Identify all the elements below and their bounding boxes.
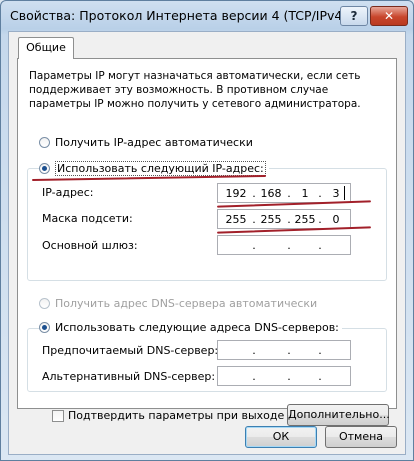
ip-address-input[interactable]: 192 . 168 . 1 . 3	[217, 183, 351, 203]
alternate-dns-label: Альтернативный DNS-сервер:	[42, 370, 216, 383]
tab-general[interactable]: Общие	[18, 37, 74, 59]
gateway-label: Основной шлюз:	[42, 239, 138, 252]
ip-octet-2: 168	[260, 187, 282, 200]
subnet-mask-input[interactable]: 255 . 255 . 255 . 0	[217, 209, 351, 229]
ip-auto-option[interactable]: Получить IP-адрес автоматически	[39, 136, 256, 149]
ip-auto-label: Получить IP-адрес автоматически	[55, 136, 253, 149]
ok-button[interactable]: ОК	[245, 426, 317, 448]
subnet-mask-label: Маска подсети:	[42, 212, 133, 225]
pdns-dot: .	[318, 344, 322, 357]
dialog-window: Свойства: Протокол Интернета версии 4 (T…	[0, 0, 414, 461]
dns-manual-option[interactable]: Использовать следующие адреса DNS-сервер…	[39, 321, 342, 334]
preferred-dns-label: Предпочитаемый DNS-сервер:	[42, 344, 219, 357]
dialog-client: Общие Параметры IP могут назначаться авт…	[8, 31, 406, 455]
pdns-dot: .	[287, 344, 291, 357]
description-text: Параметры IP могут назначаться автоматич…	[29, 70, 361, 110]
cancel-button[interactable]: Отмена	[325, 426, 397, 448]
dns-manual-radio[interactable]	[39, 322, 50, 333]
preferred-dns-input[interactable]: . . .	[217, 340, 351, 360]
mask-octet-1: 255	[225, 213, 247, 226]
dns-auto-radio[interactable]	[39, 298, 50, 309]
adns-dot: .	[287, 370, 291, 383]
close-button[interactable]: ✕	[370, 6, 408, 26]
validate-checkbox[interactable]	[52, 410, 64, 422]
dns-auto-label: Получить адрес DNS-сервера автоматически	[55, 297, 318, 310]
gateway-dot: .	[287, 239, 291, 252]
dns-manual-label: Использовать следующие адреса DNS-сервер…	[55, 321, 339, 334]
ip-octet-3: 1	[301, 187, 309, 200]
adns-dot: .	[252, 370, 256, 383]
gateway-dot: .	[252, 239, 256, 252]
validate-label: Подтвердить параметры при выходе	[68, 409, 285, 422]
mask-octet-3: 255	[294, 213, 316, 226]
ip-address-label: IP-адрес:	[42, 186, 94, 199]
title-bar[interactable]: Свойства: Протокол Интернета версии 4 (T…	[1, 1, 413, 31]
alternate-dns-input[interactable]: . . .	[217, 366, 351, 386]
ip-manual-option[interactable]: Использовать следующий IP-адрес:	[39, 161, 269, 176]
mask-octet-2: 255	[260, 213, 282, 226]
dns-auto-option[interactable]: Получить адрес DNS-сервера автоматически	[39, 297, 321, 310]
text-caret	[344, 186, 345, 200]
window-title: Свойства: Протокол Интернета версии 4 (T…	[10, 8, 348, 23]
gateway-input[interactable]: . . .	[217, 235, 351, 255]
tab-panel: Параметры IP могут назначаться автоматич…	[17, 58, 397, 426]
mask-octet-4: 0	[332, 213, 340, 226]
advanced-button[interactable]: Дополнительно...	[287, 404, 390, 426]
ip-manual-radio[interactable]	[39, 163, 50, 174]
ip-auto-radio[interactable]	[39, 137, 50, 148]
adns-dot: .	[318, 370, 322, 383]
pdns-dot: .	[252, 344, 256, 357]
ip-octet-4: 3	[332, 187, 340, 200]
gateway-dot: .	[318, 239, 322, 252]
ip-manual-label: Использовать следующий IP-адрес:	[55, 161, 266, 176]
ip-octet-1: 192	[225, 187, 247, 200]
help-button[interactable]: ?	[340, 6, 368, 26]
